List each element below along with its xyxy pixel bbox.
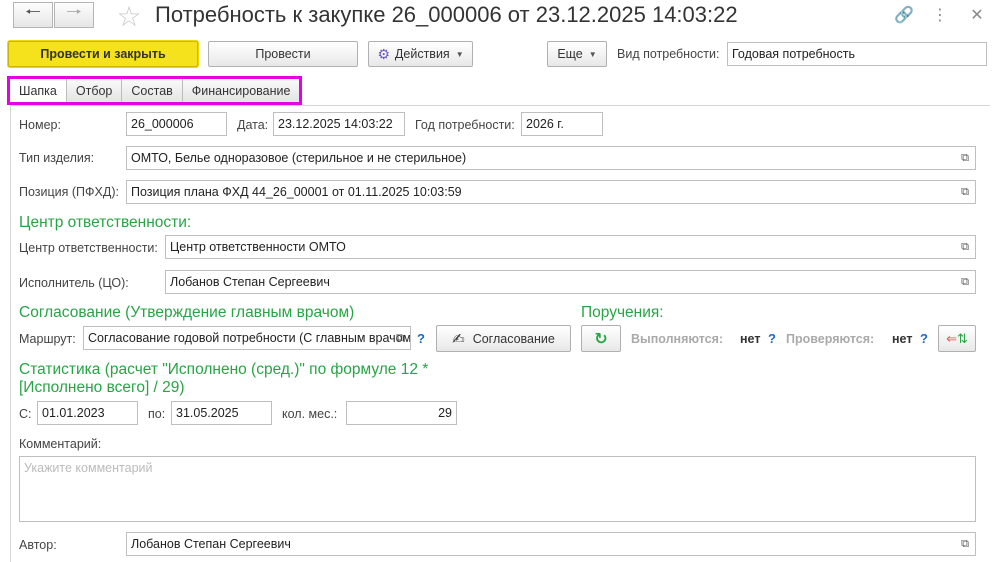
- tab-financing[interactable]: Финансирование: [182, 79, 300, 102]
- to-label: по:: [148, 407, 166, 421]
- responsibility-center-field[interactable]: Центр ответственности ОМТО ⧉: [165, 235, 976, 259]
- chevron-down-icon: ▼: [455, 49, 464, 59]
- date-label: Дата:: [237, 118, 269, 132]
- from-label: С:: [19, 407, 32, 421]
- checking-value: нет: [892, 332, 913, 346]
- open-icon[interactable]: ⧉: [957, 150, 973, 166]
- back-button[interactable]: 🠐: [13, 2, 53, 28]
- item-type-label: Тип изделия:: [19, 151, 95, 165]
- position-label: Позиция (ПФХД):: [19, 185, 119, 199]
- open-icon[interactable]: ⧉: [957, 536, 973, 552]
- position-field[interactable]: Позиция плана ФХД 44_26_00001 от 01.11.2…: [126, 180, 976, 204]
- months-field[interactable]: 29: [346, 401, 457, 425]
- arrow-right-icon: 🠒: [66, 2, 82, 22]
- year-field[interactable]: 2026 г.: [521, 112, 603, 136]
- executor-field[interactable]: Лобанов Степан Сергеевич ⧉: [165, 270, 976, 294]
- route-arrows-icon: ⇐: [946, 330, 957, 346]
- item-type-field[interactable]: ОМТО, Белье одноразовое (стерильное и не…: [126, 146, 976, 170]
- actions-button[interactable]: ⚙ Действия ▼: [368, 41, 473, 67]
- approval-section-title: Согласование (Утверждение главным врачом…: [19, 304, 355, 321]
- comment-label: Комментарий:: [19, 437, 102, 451]
- refresh-button[interactable]: ↻: [581, 325, 621, 352]
- signature-pen-icon: ✍: [452, 330, 465, 348]
- tab-composition[interactable]: Состав: [122, 79, 183, 102]
- year-label: Год потребности:: [415, 118, 515, 132]
- orders-section-title: Поручения:: [581, 304, 664, 321]
- tab-header[interactable]: Шапка: [10, 79, 67, 102]
- comment-textarea[interactable]: Укажите комментарий: [19, 456, 976, 522]
- checking-label: Проверяются:: [786, 332, 875, 346]
- favorite-star-icon[interactable]: ☆: [113, 1, 145, 32]
- more-vertical-icon[interactable]: ⋮: [929, 4, 951, 26]
- executing-label: Выполняются:: [631, 332, 724, 346]
- close-icon[interactable]: ✕: [966, 4, 988, 26]
- chevron-down-icon: ▼: [588, 49, 597, 59]
- to-date-field[interactable]: 31.05.2025: [171, 401, 272, 425]
- number-label: Номер:: [19, 118, 61, 132]
- route-help-icon[interactable]: ?: [417, 331, 425, 346]
- executing-help-icon[interactable]: ?: [768, 331, 776, 346]
- open-icon[interactable]: ⧉: [392, 330, 408, 346]
- route-map-button[interactable]: ⇐ ⇅: [938, 325, 976, 352]
- tab-filter[interactable]: Отбор: [66, 79, 123, 102]
- more-button[interactable]: Еще ▼: [547, 41, 607, 67]
- number-field[interactable]: 26_000006: [126, 112, 227, 136]
- need-type-label: Вид потребности:: [617, 47, 720, 61]
- route-label: Маршрут:: [19, 332, 76, 346]
- from-date-field[interactable]: 01.01.2023: [37, 401, 138, 425]
- post-button[interactable]: Провести: [208, 41, 358, 67]
- months-label: кол. мес.:: [282, 407, 338, 421]
- forward-button[interactable]: 🠒: [54, 2, 94, 28]
- route-split-icon: ⇅: [957, 330, 968, 346]
- responsibility-section-title: Центр ответственности:: [19, 214, 192, 231]
- executing-value: нет: [740, 332, 761, 346]
- author-label: Автор:: [19, 538, 57, 552]
- arrow-left-icon: 🠐: [25, 2, 41, 22]
- checking-help-icon[interactable]: ?: [920, 331, 928, 346]
- author-field[interactable]: Лобанов Степан Сергеевич ⧉: [126, 532, 976, 556]
- executor-label: Исполнитель (ЦО):: [19, 276, 129, 290]
- responsibility-center-label: Центр ответственности:: [19, 241, 158, 255]
- gear-icon: ⚙: [377, 45, 390, 62]
- route-field[interactable]: Согласование годовой потребности (С глав…: [83, 326, 411, 350]
- approval-button[interactable]: ✍ Согласование: [436, 325, 571, 352]
- open-icon[interactable]: ⧉: [957, 274, 973, 290]
- stats-section-title-line1: Статистика (расчет "Исполнено (сред.)" п…: [19, 361, 429, 378]
- need-type-field[interactable]: Годовая потребность: [727, 42, 987, 66]
- post-and-close-button[interactable]: Провести и закрыть: [8, 41, 198, 67]
- refresh-icon: ↻: [594, 330, 608, 348]
- link-icon[interactable]: 🔗: [893, 4, 915, 26]
- window-title: Потребность к закупке 26_000006 от 23.12…: [155, 2, 738, 27]
- date-field[interactable]: 23.12.2025 14:03:22: [273, 112, 405, 136]
- open-icon[interactable]: ⧉: [957, 184, 973, 200]
- stats-section-title-line2: [Исполнено всего] / 29): [19, 379, 185, 396]
- open-icon[interactable]: ⧉: [957, 239, 973, 255]
- tab-bar: Шапка Отбор Состав Финансирование: [7, 76, 303, 105]
